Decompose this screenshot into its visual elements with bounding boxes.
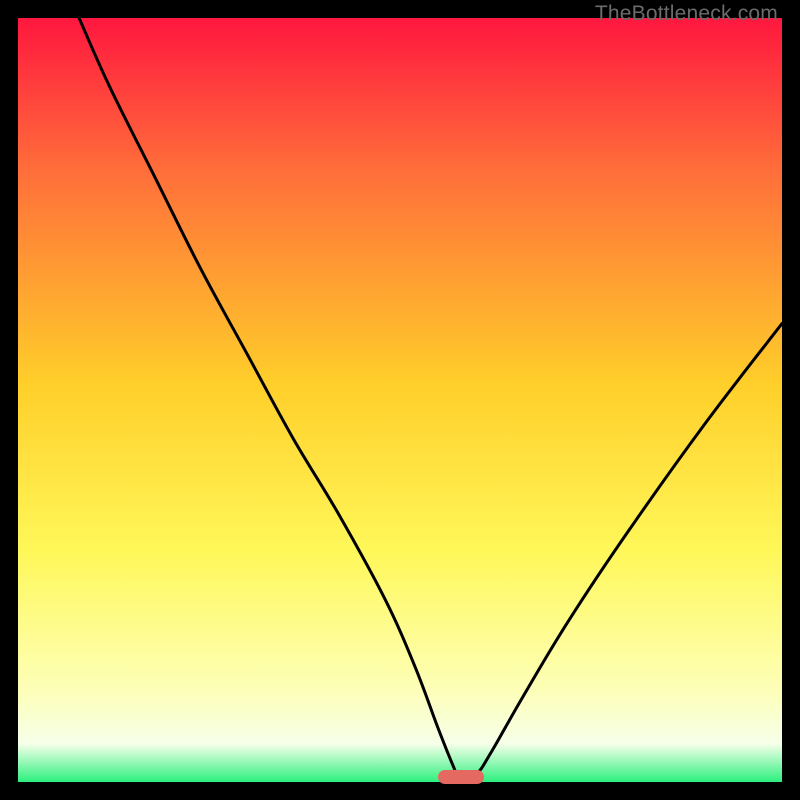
watermark-text: TheBottleneck.com <box>595 2 778 26</box>
optimal-marker <box>438 770 484 784</box>
bottleneck-chart <box>18 18 782 782</box>
chart-frame <box>18 18 782 782</box>
